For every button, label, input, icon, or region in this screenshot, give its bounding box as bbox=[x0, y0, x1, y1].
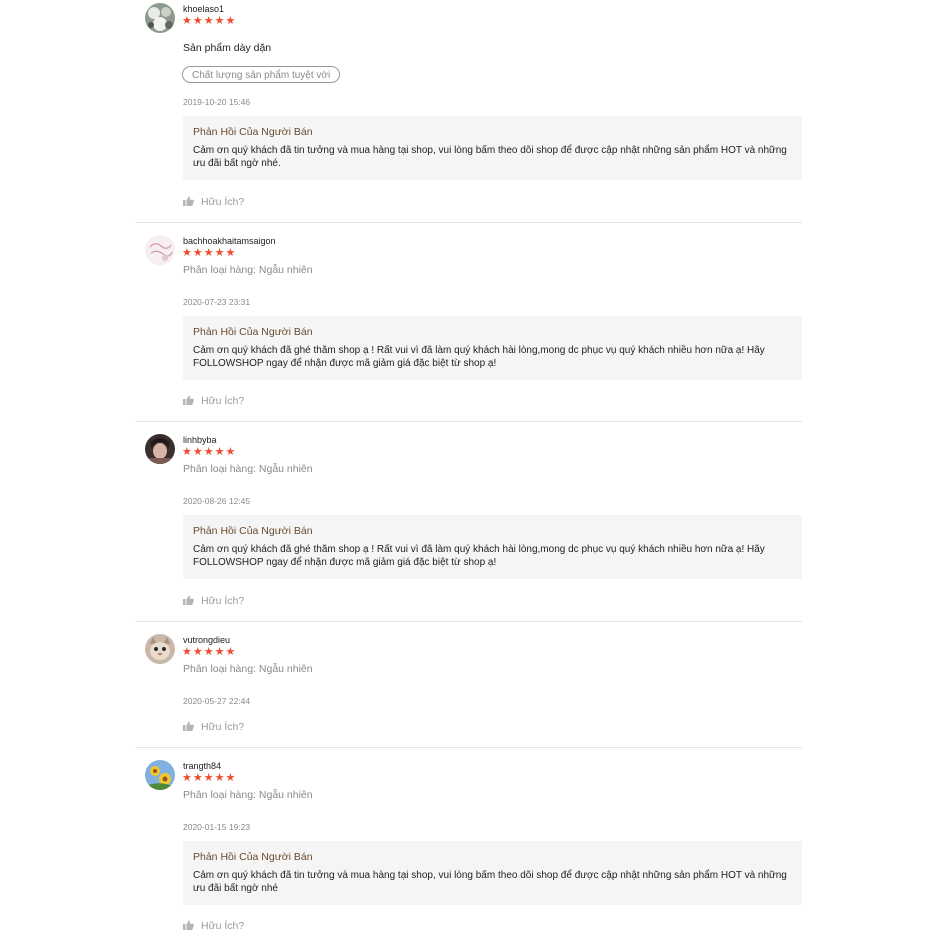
username[interactable]: vutrongdieu bbox=[183, 635, 230, 645]
avatar[interactable] bbox=[145, 634, 175, 664]
seller-reply: Phản Hồi Của Người Bán Cảm ơn quý khách … bbox=[183, 116, 802, 180]
seller-reply-text: Cảm ơn quý khách đã ghé thăm shop ạ ! Rấ… bbox=[193, 544, 765, 568]
helpful-label: Hữu Ích? bbox=[201, 595, 245, 607]
username[interactable]: trangth84 bbox=[183, 761, 221, 771]
avatar[interactable] bbox=[145, 3, 175, 33]
review-date: 2020-05-27 22:44 bbox=[183, 696, 251, 706]
divider bbox=[135, 621, 802, 622]
thumbs-up-icon bbox=[183, 196, 194, 206]
review-date: 2020-08-26 12:45 bbox=[183, 496, 251, 506]
rating-stars: ★★★★★ bbox=[182, 247, 237, 259]
helpful-button[interactable]: Hữu Ích? bbox=[183, 721, 244, 733]
helpful-label: Hữu Ích? bbox=[201, 721, 245, 733]
divider bbox=[135, 421, 802, 422]
rating-stars: ★★★★★ bbox=[182, 646, 237, 658]
rating-stars: ★★★★★ bbox=[182, 15, 237, 27]
seller-reply-text: Cảm ơn quý khách đã tin tưởng và mua hàn… bbox=[193, 870, 787, 894]
seller-reply-title: Phản Hồi Của Người Bán bbox=[193, 525, 313, 537]
review-item: linhbyba ★★★★★ Phân loại hàng: Ngẫu nhiê… bbox=[135, 431, 802, 621]
username[interactable]: khoelaso1 bbox=[183, 4, 224, 14]
variation-label: Phân loại hàng: Ngẫu nhiên bbox=[183, 264, 313, 276]
helpful-button[interactable]: Hữu Ích? bbox=[183, 920, 244, 932]
seller-reply: Phản Hồi Của Người Bán Cảm ơn quý khách … bbox=[183, 841, 802, 905]
seller-reply: Phản Hồi Của Người Bán Cảm ơn quý khách … bbox=[183, 515, 802, 579]
review-date: 2020-07-23 23:31 bbox=[183, 297, 251, 307]
avatar[interactable] bbox=[145, 760, 175, 790]
seller-reply: Phản Hồi Của Người Bán Cảm ơn quý khách … bbox=[183, 316, 802, 380]
thumbs-up-icon bbox=[183, 721, 194, 731]
variation-label: Phân loại hàng: Ngẫu nhiên bbox=[183, 663, 313, 675]
seller-reply-title: Phản Hồi Của Người Bán bbox=[193, 851, 313, 863]
helpful-button[interactable]: Hữu Ích? bbox=[183, 395, 244, 407]
seller-reply-text: Cảm ơn quý khách đã ghé thăm shop ạ ! Rấ… bbox=[193, 345, 765, 369]
helpful-label: Hữu Ích? bbox=[201, 196, 245, 208]
divider bbox=[135, 747, 802, 748]
seller-reply-title: Phản Hồi Của Người Bán bbox=[193, 126, 313, 138]
review-tag: Chất lượng sản phẩm tuyệt vời bbox=[182, 66, 341, 83]
seller-reply-title: Phản Hồi Của Người Bán bbox=[193, 326, 313, 338]
review-item: vutrongdieu ★★★★★ Phân loại hàng: Ngẫu n… bbox=[135, 631, 802, 747]
review-item: khoelaso1 ★★★★★ Sản phẩm dày dặn Chất lư… bbox=[135, 0, 802, 222]
review-date: 2019-10-20 15:46 bbox=[183, 97, 251, 107]
thumbs-up-icon bbox=[183, 920, 194, 930]
thumbs-up-icon bbox=[183, 395, 194, 405]
review-item: bachhoakhaitamsaigon ★★★★★ Phân loại hàn… bbox=[135, 232, 802, 422]
review-comment: Sản phẩm dày dặn bbox=[183, 42, 272, 54]
variation-label: Phân loại hàng: Ngẫu nhiên bbox=[183, 789, 313, 801]
avatar[interactable] bbox=[145, 235, 175, 265]
variation-label: Phân loại hàng: Ngẫu nhiên bbox=[183, 463, 313, 475]
avatar[interactable] bbox=[145, 434, 175, 464]
username[interactable]: bachhoakhaitamsaigon bbox=[183, 236, 276, 246]
rating-stars: ★★★★★ bbox=[182, 446, 237, 458]
thumbs-up-icon bbox=[183, 595, 194, 605]
review-date: 2020-01-15 19:23 bbox=[183, 822, 251, 832]
seller-reply-text: Cảm ơn quý khách đã tin tưởng và mua hàn… bbox=[193, 145, 787, 169]
helpful-button[interactable]: Hữu Ích? bbox=[183, 196, 244, 208]
rating-stars: ★★★★★ bbox=[182, 772, 237, 784]
divider bbox=[135, 222, 802, 223]
review-item: trangth84 ★★★★★ Phân loại hàng: Ngẫu nhi… bbox=[135, 757, 802, 939]
username[interactable]: linhbyba bbox=[183, 435, 217, 445]
helpful-button[interactable]: Hữu Ích? bbox=[183, 595, 244, 607]
helpful-label: Hữu Ích? bbox=[201, 395, 245, 407]
helpful-label: Hữu Ích? bbox=[201, 920, 245, 932]
